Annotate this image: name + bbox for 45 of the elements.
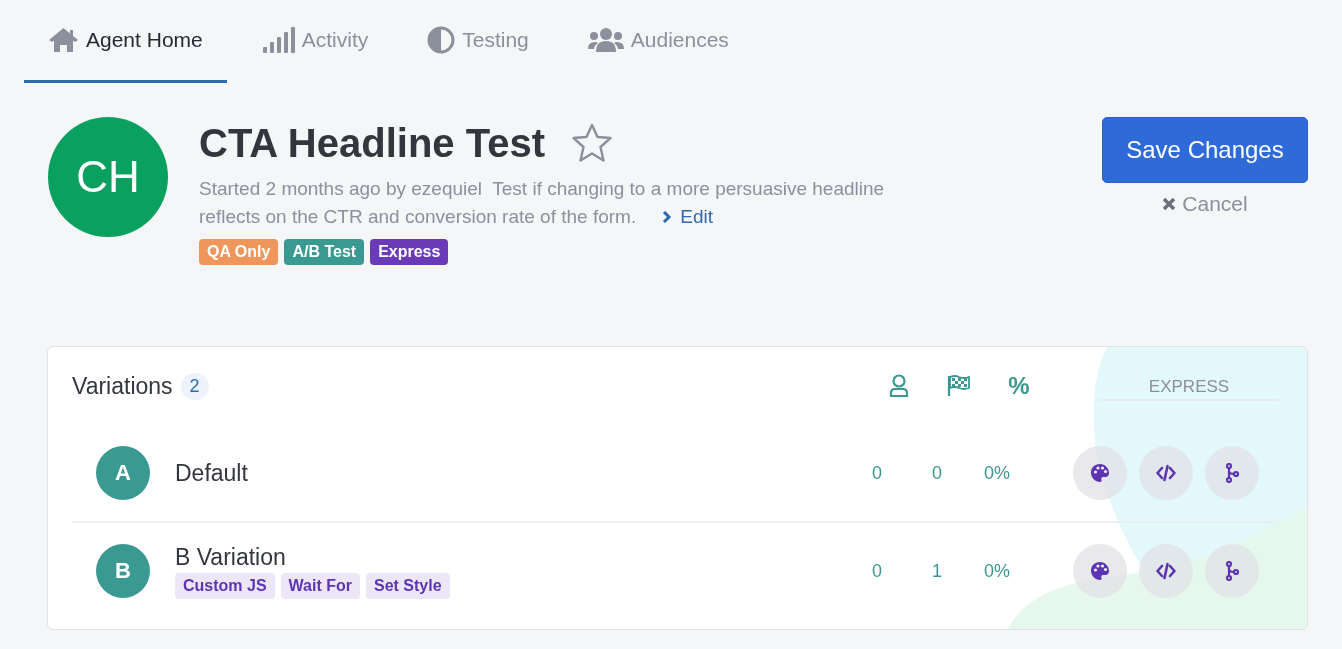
- tag: QA Only: [199, 239, 279, 265]
- action-tag: Custom JS: [175, 572, 275, 599]
- table-cell-text: 0: [871, 462, 883, 484]
- star-icon[interactable]: [571, 123, 613, 163]
- palette-button[interactable]: [1073, 544, 1127, 598]
- column-header: %: [1008, 372, 1030, 400]
- palette-icon: [1090, 561, 1110, 581]
- table-cell-text: 0: [931, 462, 943, 484]
- cancel-button[interactable]: Cancel: [1156, 191, 1254, 217]
- table-cell-text: 1: [931, 560, 943, 582]
- count-badge: 2: [180, 372, 209, 400]
- variation-name: Default: [175, 459, 248, 487]
- palette-button[interactable]: [1073, 446, 1127, 500]
- variation-name: B Variation: [175, 543, 286, 571]
- half-circle-icon: [427, 26, 456, 54]
- tab[interactable]: Activity: [237, 0, 393, 83]
- section-title: Variations: [72, 372, 173, 400]
- signal-bars-icon: [261, 26, 295, 54]
- code-icon: [1156, 561, 1176, 581]
- edit-link[interactable]: Edit: [662, 206, 713, 227]
- variation-avatar: A: [96, 446, 150, 500]
- close-icon: [1162, 197, 1177, 211]
- action-tag: Wait For: [280, 572, 360, 599]
- agent-avatar: CH: [48, 117, 168, 237]
- user-icon: [889, 374, 909, 398]
- palette-icon: [1090, 463, 1110, 483]
- table-cell-text: 0%: [983, 560, 1011, 582]
- tab[interactable]: Audiences: [563, 0, 753, 83]
- agent-description: Started 2 months ago by ezequiel Test if changing to a more persuasive headline reflects on the CTR and conversion rate of the form. Edit: [199, 177, 886, 229]
- save-button[interactable]: Save Changes: [1102, 117, 1308, 183]
- agent-title: CTA Headline Test: [199, 120, 545, 166]
- checkered-flag-icon: [947, 375, 971, 397]
- tab[interactable]: Testing: [403, 0, 553, 83]
- tab[interactable]: Agent Home: [24, 0, 227, 83]
- home-icon: [48, 27, 79, 53]
- chevron-icon: [662, 211, 673, 223]
- column-header: EXPRESS: [1099, 371, 1279, 401]
- code-icon: [1156, 463, 1176, 483]
- users-icon: [587, 27, 624, 53]
- variation-avatar: B: [96, 544, 150, 598]
- table-cell-text: 0: [871, 560, 883, 582]
- tag: A/B Test: [284, 239, 365, 265]
- tag: Express: [370, 239, 449, 265]
- table-cell-text: 0%: [983, 462, 1011, 484]
- action-tag: Set Style: [366, 572, 450, 599]
